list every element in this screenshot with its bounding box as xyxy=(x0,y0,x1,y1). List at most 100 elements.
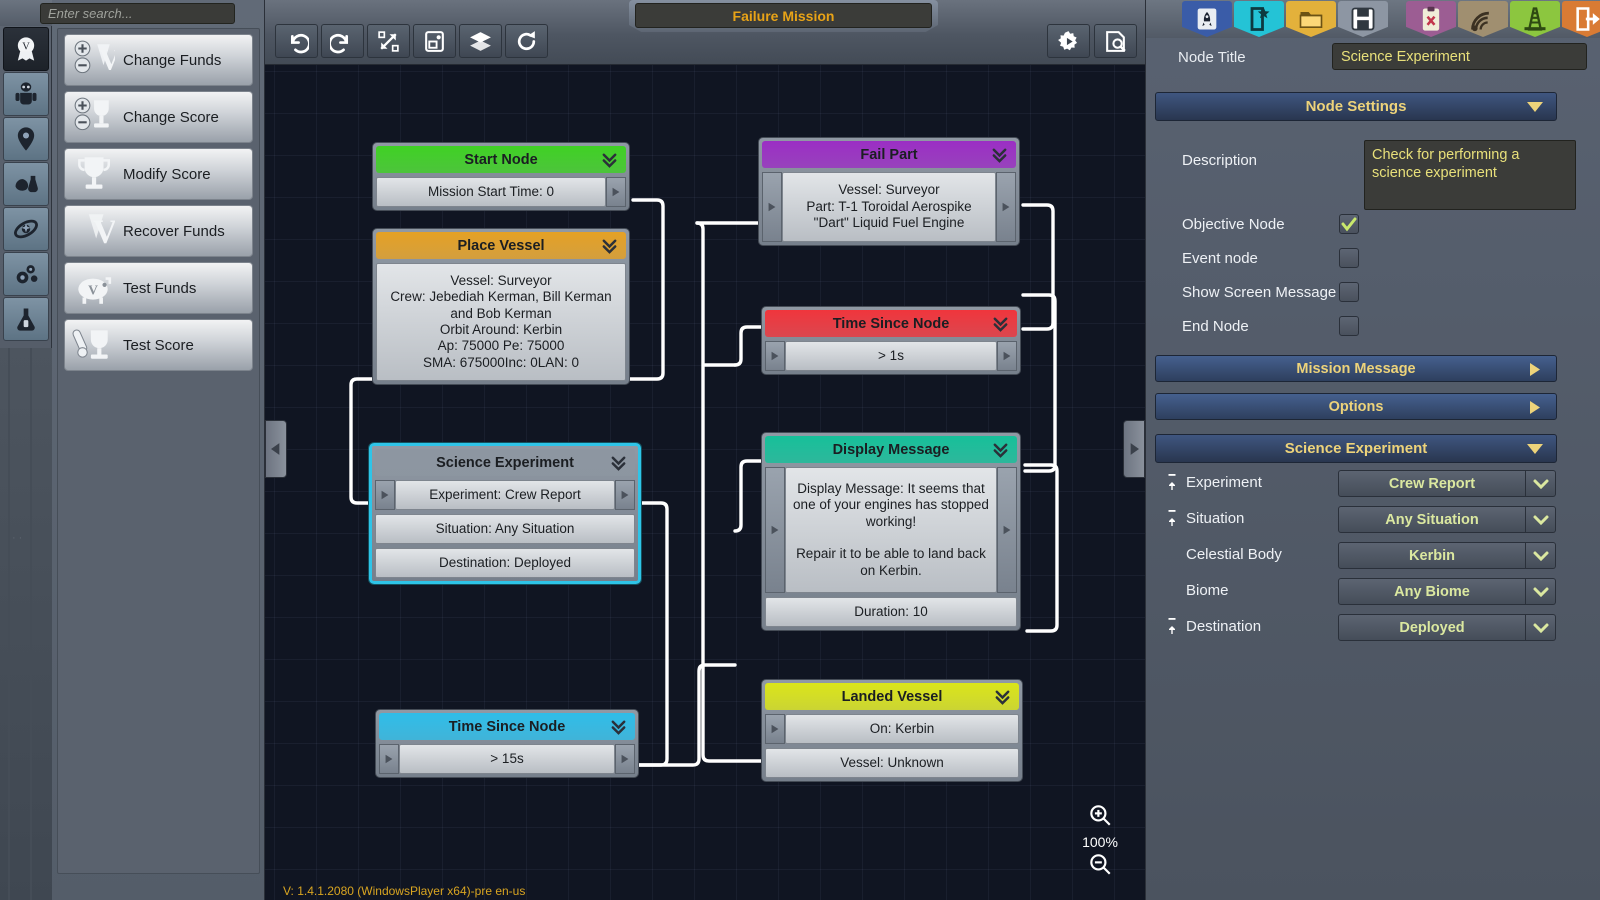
rail-orbit-icon[interactable] xyxy=(3,207,49,251)
node-row-text[interactable]: Vessel: Surveyor Crew: Jebediah Kerman, … xyxy=(376,263,626,381)
node-row-text[interactable]: Vessel: Unknown xyxy=(765,748,1019,778)
node-output-port[interactable] xyxy=(615,480,635,510)
chevron-down-icon[interactable] xyxy=(1526,470,1556,497)
checkbox-2[interactable] xyxy=(1339,282,1359,302)
checkbox-1[interactable] xyxy=(1339,248,1359,268)
mission-title[interactable]: Failure Mission xyxy=(635,3,932,28)
node-output-port[interactable] xyxy=(997,467,1017,593)
palette-item[interactable]: Modify Score xyxy=(64,148,253,200)
pin-icon[interactable] xyxy=(1164,474,1180,491)
chevron-double-down-icon[interactable] xyxy=(609,717,628,740)
chevron-down-icon[interactable] xyxy=(1526,578,1556,605)
node-input-port[interactable] xyxy=(379,744,399,774)
redo-button[interactable] xyxy=(321,24,364,58)
node-header[interactable]: Place Vessel xyxy=(376,232,626,259)
palette-item[interactable]: VRecover Funds xyxy=(64,205,253,257)
node-header[interactable]: Start Node xyxy=(376,146,626,173)
node-row-text[interactable]: Display Message: It seems that one of yo… xyxy=(785,467,997,593)
tab-new-mission[interactable] xyxy=(1234,1,1284,37)
checkbox-3[interactable] xyxy=(1339,316,1359,336)
chevron-down-icon[interactable] xyxy=(1526,614,1556,641)
chevron-double-down-icon[interactable] xyxy=(993,687,1012,710)
science-field-dropdown[interactable]: Crew Report xyxy=(1338,470,1556,497)
layers-button[interactable] xyxy=(459,24,502,58)
tab-broadcast[interactable] xyxy=(1458,1,1508,37)
node-row-text[interactable]: Vessel: Surveyor Part: T-1 Toroidal Aero… xyxy=(782,172,996,242)
pin-icon[interactable] xyxy=(1164,510,1180,527)
node-header[interactable]: Landed Vessel xyxy=(765,683,1019,710)
tab-save-mission[interactable] xyxy=(1338,1,1388,37)
zoom-out-button[interactable] xyxy=(1075,851,1125,882)
node-row-text[interactable]: On: Kerbin xyxy=(785,714,1019,744)
science-field-dropdown[interactable]: Deployed xyxy=(1338,614,1556,641)
node-row-text[interactable]: Destination: Deployed xyxy=(375,548,635,578)
chevron-double-down-icon[interactable] xyxy=(609,453,628,476)
node-output-port[interactable] xyxy=(997,341,1017,371)
node-output-port[interactable] xyxy=(615,744,635,774)
graph-node-start-node[interactable]: Start Node Mission Start Time: 0 xyxy=(372,142,630,211)
node-title-input[interactable]: Science Experiment xyxy=(1332,43,1587,70)
node-input-port[interactable] xyxy=(765,714,785,744)
node-settings-header[interactable]: Node Settings xyxy=(1155,92,1557,121)
palette-item[interactable]: VTest Funds xyxy=(64,262,253,314)
science-experiment-header[interactable]: Science Experiment xyxy=(1155,434,1557,463)
node-input-port[interactable] xyxy=(762,172,782,242)
graph-node-time-since-node-bottom[interactable]: Time Since Node > 15s xyxy=(375,709,639,778)
palette-item[interactable]: Test Score xyxy=(64,319,253,371)
palette-item[interactable]: VChange Funds xyxy=(64,34,253,86)
search-box[interactable] xyxy=(40,3,235,24)
node-header[interactable]: Time Since Node xyxy=(379,713,635,740)
description-input[interactable]: Check for performing a science experimen… xyxy=(1364,140,1576,210)
rail-flask-icon[interactable] xyxy=(3,297,49,341)
tab-exit[interactable] xyxy=(1562,1,1600,37)
graph-node-place-vessel[interactable]: Place Vessel Vessel: Surveyor Crew: Jebed… xyxy=(372,228,630,385)
node-row-text[interactable]: Duration: 10 xyxy=(765,597,1017,627)
tab-mission-briefing[interactable] xyxy=(1182,1,1232,37)
graph-node-science-experiment[interactable]: Science ExperimentExperiment: Crew Repor… xyxy=(369,443,641,584)
undo-button[interactable] xyxy=(275,24,318,58)
node-input-port[interactable] xyxy=(375,480,395,510)
node-input-port[interactable] xyxy=(765,467,785,593)
zoom-in-button[interactable] xyxy=(1075,802,1125,833)
tab-test-mission[interactable] xyxy=(1406,1,1456,37)
rearrange-button[interactable] xyxy=(367,24,410,58)
tab-launch-site[interactable] xyxy=(1510,1,1560,37)
rail-kerbal-icon[interactable] xyxy=(3,72,49,116)
section-button[interactable]: Mission Message xyxy=(1155,355,1557,382)
node-graph-canvas[interactable]: Start Node Mission Start Time: 0 Place Ves… xyxy=(265,65,1145,900)
tab-open-mission[interactable] xyxy=(1286,1,1336,37)
chevron-double-down-icon[interactable] xyxy=(991,440,1010,463)
chevron-down-icon[interactable] xyxy=(1526,506,1556,533)
collapse-right-handle[interactable] xyxy=(1123,420,1145,478)
chevron-down-icon[interactable] xyxy=(1526,542,1556,569)
node-header[interactable]: Display Message xyxy=(765,436,1017,463)
chevron-double-down-icon[interactable] xyxy=(600,150,619,173)
node-output-port[interactable] xyxy=(606,177,626,207)
chevron-double-down-icon[interactable] xyxy=(600,236,619,259)
node-row-text[interactable]: Mission Start Time: 0 xyxy=(376,177,606,207)
node-row-text[interactable]: > 1s xyxy=(785,341,997,371)
search-input[interactable] xyxy=(40,3,235,24)
chevron-double-down-icon[interactable] xyxy=(991,314,1010,337)
node-header[interactable]: Time Since Node xyxy=(765,310,1017,337)
science-field-dropdown[interactable]: Any Biome xyxy=(1338,578,1556,605)
collapse-left-handle[interactable] xyxy=(265,420,287,478)
rail-location-pin-icon[interactable] xyxy=(3,117,49,161)
rail-science-rock-icon[interactable] xyxy=(3,162,49,206)
checkbox-0[interactable] xyxy=(1339,214,1359,234)
science-field-dropdown[interactable]: Kerbin xyxy=(1338,542,1556,569)
rail-funds-award-icon[interactable]: V xyxy=(3,27,49,71)
graph-node-display-message[interactable]: Display Message Display Message: It seems… xyxy=(761,432,1021,631)
run-settings-button[interactable] xyxy=(1047,24,1090,58)
node-header[interactable]: Fail Part xyxy=(762,141,1016,168)
pin-icon[interactable] xyxy=(1164,618,1180,635)
section-button[interactable]: Options xyxy=(1155,393,1557,420)
node-row-text[interactable]: > 15s xyxy=(399,744,615,774)
graph-node-fail-part[interactable]: Fail Part Vessel: Surveyor Part: T-1 Toro… xyxy=(758,137,1020,246)
node-header[interactable]: Science Experiment xyxy=(375,449,635,476)
preview-button[interactable] xyxy=(1094,24,1137,58)
palette-item[interactable]: Change Score xyxy=(64,91,253,143)
node-row-text[interactable]: Situation: Any Situation xyxy=(375,514,635,544)
science-field-dropdown[interactable]: Any Situation xyxy=(1338,506,1556,533)
chevron-double-down-icon[interactable] xyxy=(990,145,1009,168)
